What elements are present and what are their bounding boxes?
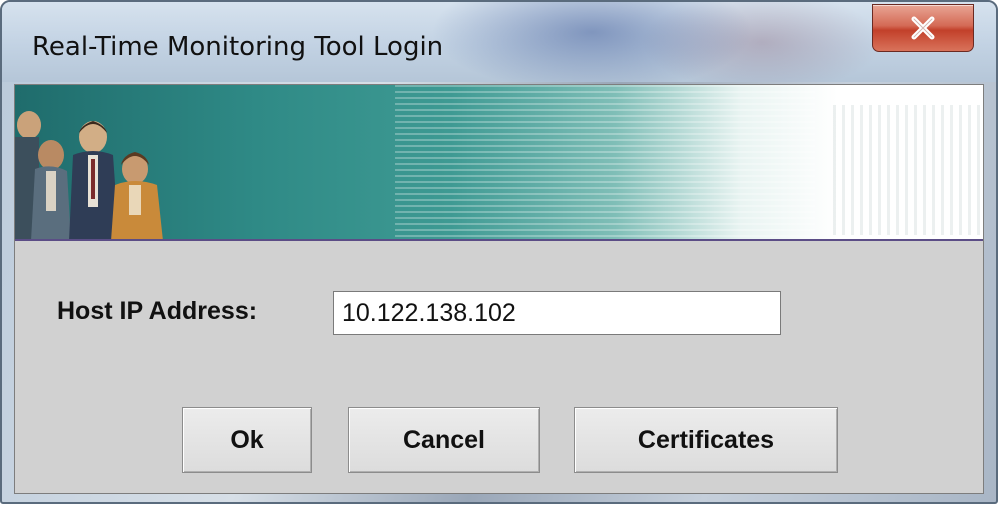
header-banner (15, 85, 983, 241)
certificates-button[interactable]: Certificates (574, 407, 838, 473)
people-banner-illustration (15, 111, 163, 241)
banner-divider (15, 239, 983, 241)
host-ip-label: Host IP Address: (57, 297, 258, 325)
ok-button[interactable]: Ok (182, 407, 312, 473)
host-ip-input[interactable] (333, 291, 781, 335)
banner-stripes (395, 85, 815, 241)
dialog-content: Host IP Address: Ok Cancel Certificates (14, 84, 984, 494)
close-button[interactable] (872, 4, 974, 52)
title-bar[interactable]: Real-Time Monitoring Tool Login (2, 2, 996, 82)
cancel-button[interactable]: Cancel (348, 407, 540, 473)
close-icon (911, 16, 935, 40)
banner-pattern (833, 105, 983, 235)
window-title: Real-Time Monitoring Tool Login (32, 32, 444, 62)
login-dialog-window: Real-Time Monitoring Tool Login Host IP … (0, 0, 998, 504)
